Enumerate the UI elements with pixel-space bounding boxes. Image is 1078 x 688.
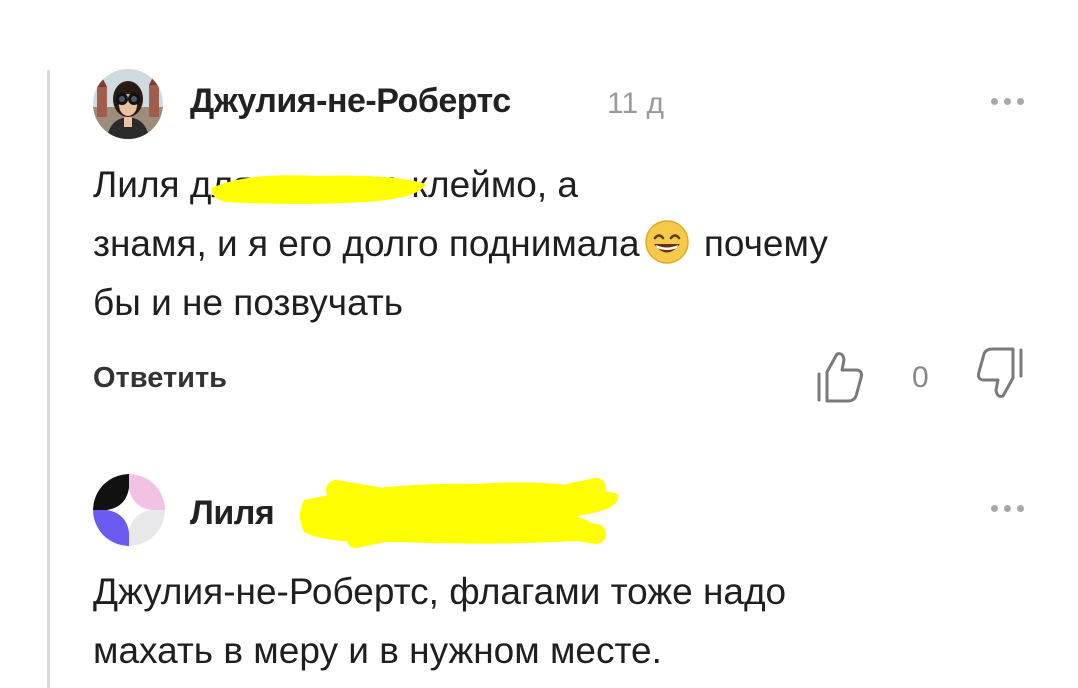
grinning-face-emoji-icon [644, 220, 689, 264]
more-horizontal-icon-dot [1016, 97, 1024, 105]
comment-timestamp: 11 д [607, 87, 664, 120]
like-count: 0 [912, 361, 929, 394]
author-name[interactable]: Лиля [190, 494, 275, 533]
more-options-button[interactable] [982, 86, 1032, 116]
thumbs-up-icon [817, 352, 863, 403]
thumbs-down-icon [977, 347, 1023, 398]
avatar-image [93, 69, 163, 139]
dislike-button[interactable] [973, 346, 1025, 402]
avatar[interactable] [93, 474, 165, 546]
comment: Джулия-не-Робертс 11 д Лиля для меня не … [0, 0, 1078, 430]
avatar-image [93, 474, 165, 546]
more-horizontal-icon [990, 504, 998, 512]
more-options-button[interactable] [982, 493, 1032, 523]
more-horizontal-icon-dot [1016, 504, 1024, 512]
more-horizontal-icon [990, 97, 998, 105]
like-button[interactable] [815, 348, 865, 404]
more-horizontal-icon-dot [1003, 97, 1011, 105]
comment-body: Джулия-не-Робертс, флагами тоже надо мах… [93, 571, 787, 671]
avatar[interactable] [93, 69, 163, 139]
reply-button[interactable]: Ответить [93, 362, 227, 395]
more-horizontal-icon-dot [1003, 504, 1011, 512]
comment-body: Лиля для меня не клеймо, а знамя, и я ег… [93, 155, 1023, 332]
comment-text-part: Лиля [93, 164, 190, 205]
author-name[interactable]: Джулия-не-Робертс [190, 82, 511, 121]
